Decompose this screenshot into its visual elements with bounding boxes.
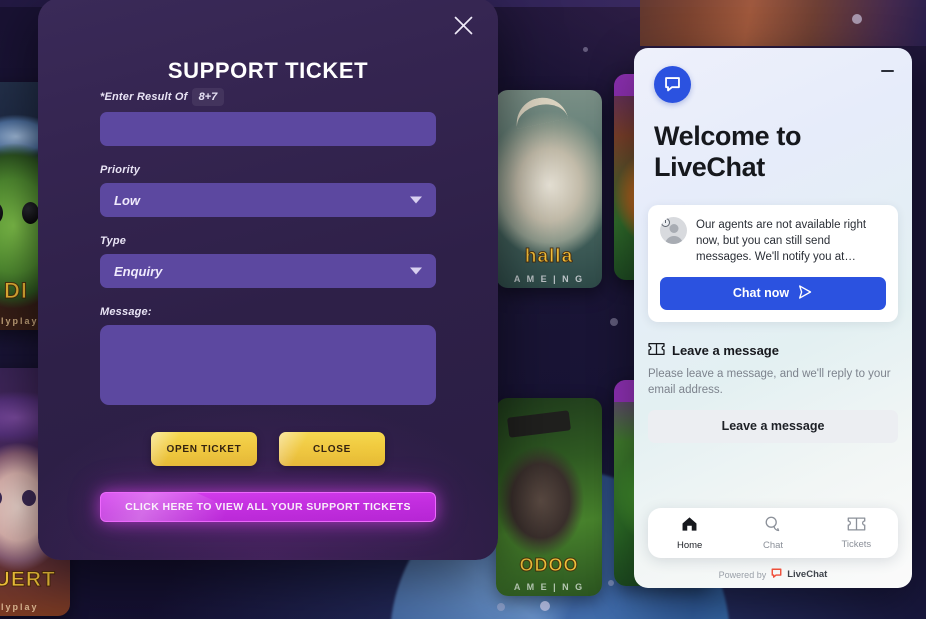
agent-status-card: Our agents are not available right now, … bbox=[648, 204, 898, 322]
nav-item-tickets[interactable]: Tickets bbox=[815, 516, 898, 550]
avatar bbox=[660, 216, 687, 244]
ticket-icon bbox=[648, 342, 665, 359]
message-textarea[interactable] bbox=[100, 325, 436, 405]
carousel-dot[interactable] bbox=[852, 14, 862, 24]
livechat-logo-icon bbox=[771, 568, 782, 581]
home-icon bbox=[681, 516, 698, 537]
game-brand: A M E | N G bbox=[513, 582, 585, 592]
clock-icon bbox=[661, 217, 670, 227]
message-label: Message: bbox=[100, 306, 152, 318]
chat-now-label: Chat now bbox=[732, 286, 790, 301]
priority-select[interactable] bbox=[100, 183, 436, 217]
livechat-brand: LiveChat bbox=[787, 569, 828, 580]
livechat-widget: Welcome to LiveChat Our agents are not a… bbox=[634, 48, 912, 588]
type-label: Type bbox=[100, 235, 127, 247]
modal-action-row: OPEN TICKET CLOSE bbox=[100, 432, 436, 466]
leave-message-heading: Leave a message bbox=[672, 342, 779, 358]
nav-label-home: Home bbox=[676, 539, 703, 551]
priority-value[interactable] bbox=[100, 183, 436, 217]
leave-message-button[interactable]: Leave a message bbox=[648, 409, 898, 443]
game-title: MUERT bbox=[0, 568, 56, 591]
priority-label: Priority bbox=[100, 164, 141, 176]
type-select[interactable] bbox=[100, 254, 436, 288]
game-tile[interactable]: ODOO A M E | N G bbox=[496, 398, 602, 596]
livechat-body: Welcome to LiveChat Our agents are not a… bbox=[634, 48, 912, 588]
support-ticket-form: *Enter Result Of 8+7 Priority Type Messa… bbox=[100, 88, 436, 522]
screen: DI nlyplay MUERT nlyplay halla A M E | N… bbox=[0, 0, 926, 619]
type-value[interactable] bbox=[100, 254, 436, 288]
chat-icon bbox=[764, 516, 782, 537]
game-brand: A M E | N G bbox=[513, 274, 585, 284]
livechat-bubble-icon bbox=[654, 66, 691, 103]
carousel-dot[interactable] bbox=[540, 601, 550, 611]
captcha-label: *Enter Result Of bbox=[100, 91, 188, 103]
support-ticket-modal: SUPPORT TICKET *Enter Result Of 8+7 Prio… bbox=[38, 0, 498, 560]
send-icon bbox=[797, 284, 813, 303]
nav-label-tickets: Tickets bbox=[841, 538, 872, 550]
view-all-tickets-button[interactable]: CLICK HERE TO VIEW ALL YOUR SUPPORT TICK… bbox=[100, 492, 436, 522]
nav-item-chat[interactable]: Chat bbox=[731, 516, 814, 551]
agent-message: Our agents are not available right now, … bbox=[696, 218, 867, 264]
captcha-input[interactable] bbox=[100, 112, 436, 146]
livechat-nav: Home Chat Tickets bbox=[648, 508, 898, 558]
powered-by-footer: Powered by LiveChat bbox=[634, 568, 912, 581]
welcome-title: Welcome to LiveChat bbox=[654, 121, 802, 182]
carousel-dot[interactable] bbox=[497, 603, 505, 611]
captcha-label-row: *Enter Result Of 8+7 bbox=[100, 88, 436, 106]
chat-now-button[interactable]: Chat now bbox=[660, 276, 886, 310]
page-title: SUPPORT TICKET bbox=[167, 58, 369, 83]
close-icon[interactable] bbox=[446, 8, 480, 42]
leave-message-subtext: Please leave a message, and we'll reply … bbox=[648, 367, 891, 397]
nav-item-home[interactable]: Home bbox=[648, 516, 731, 551]
powered-by-label: Powered by bbox=[718, 569, 767, 580]
minimize-icon[interactable] bbox=[876, 60, 898, 82]
carousel-dot[interactable] bbox=[610, 318, 618, 326]
close-button[interactable]: CLOSE bbox=[279, 432, 385, 466]
captcha-expression: 8+7 bbox=[191, 88, 225, 106]
game-title: halla bbox=[524, 246, 574, 267]
nav-label-chat: Chat bbox=[762, 539, 784, 551]
carousel-dot[interactable] bbox=[583, 47, 588, 52]
game-tile[interactable]: halla A M E | N G bbox=[496, 90, 602, 288]
promo-banner bbox=[640, 0, 926, 46]
open-ticket-button[interactable]: OPEN TICKET bbox=[151, 432, 257, 466]
game-brand: nlyplay bbox=[0, 602, 39, 612]
ticket-icon bbox=[847, 516, 866, 536]
carousel-dot[interactable] bbox=[608, 580, 614, 586]
game-title: ODOO bbox=[519, 555, 579, 575]
leave-message-section: Leave a message Please leave a message, … bbox=[648, 336, 898, 443]
